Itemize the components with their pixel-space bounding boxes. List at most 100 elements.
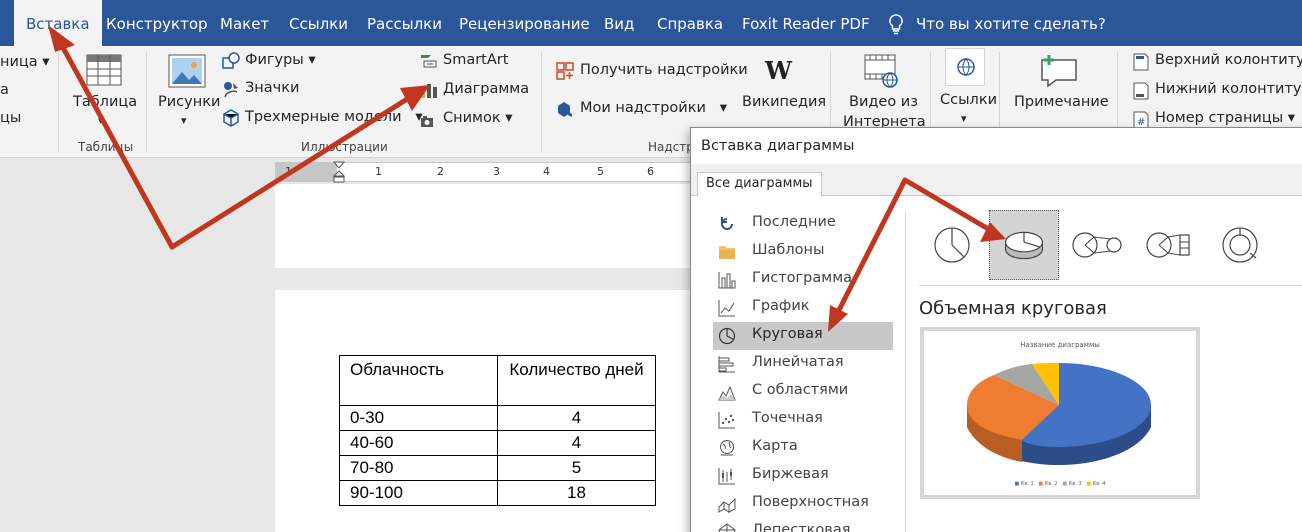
tab-mailings[interactable]: Рассылки bbox=[367, 0, 442, 46]
comment-icon bbox=[1041, 55, 1077, 88]
preview-3d-pie bbox=[967, 363, 1151, 465]
category-column[interactable]: Гистограмма bbox=[713, 266, 893, 294]
tell-me-label: Что вы хотите сделать? bbox=[916, 15, 1106, 33]
category-label: С областями bbox=[752, 382, 849, 398]
subtype-bar-of-pie[interactable] bbox=[1133, 210, 1203, 280]
doughnut-subtype-icon bbox=[1222, 227, 1258, 263]
document-page[interactable] bbox=[275, 184, 695, 268]
ruler-number: 1 bbox=[285, 165, 292, 178]
get-addins-button[interactable]: Получить надстройки bbox=[580, 62, 748, 78]
my-addins-button[interactable]: Мои надстройки ▾ bbox=[580, 100, 727, 116]
picture-icon bbox=[168, 54, 206, 88]
category-bar[interactable]: Линейчатая bbox=[713, 350, 893, 378]
chart-icon bbox=[421, 84, 437, 98]
tab-foxit[interactable]: Foxit Reader PDF bbox=[742, 0, 870, 46]
preview-chart-title: Название диаграммы bbox=[1020, 341, 1100, 349]
tab-design[interactable]: Конструктор bbox=[106, 0, 208, 46]
category-label: Шаблоны bbox=[752, 242, 825, 258]
indent-marker-icon[interactable] bbox=[333, 161, 345, 183]
wikipedia-icon: W bbox=[765, 56, 792, 85]
table-cell[interactable]: 18 bbox=[497, 480, 656, 506]
category-line[interactable]: График bbox=[713, 294, 893, 322]
comment-button[interactable]: Примечание bbox=[1014, 94, 1109, 110]
shapes-button[interactable]: Фигуры ▾ bbox=[245, 52, 316, 68]
category-stock[interactable]: Биржевая bbox=[713, 462, 893, 490]
category-area[interactable]: С областями bbox=[713, 378, 893, 406]
table-cell[interactable]: 0-30 bbox=[339, 405, 498, 431]
shapes-icon bbox=[222, 52, 240, 69]
subtype-pie-3d[interactable] bbox=[989, 210, 1059, 280]
header-button[interactable]: Верхний колонтитул ▾ bbox=[1155, 52, 1302, 68]
tab-view[interactable]: Вид bbox=[604, 0, 634, 46]
smartart-button[interactable]: SmartArt bbox=[443, 52, 508, 68]
online-video-icon bbox=[864, 54, 898, 88]
category-pie[interactable]: Круговая bbox=[713, 322, 893, 350]
tab-help[interactable]: Справка bbox=[657, 0, 723, 46]
category-label: Биржевая bbox=[752, 466, 829, 482]
tab-layout[interactable]: Макет bbox=[220, 0, 269, 46]
tell-me-search[interactable]: Что вы хотите сделать? bbox=[888, 0, 1106, 46]
category-label: Последние bbox=[752, 214, 836, 230]
footer-button[interactable]: Нижний колонтитул ▾ bbox=[1155, 81, 1302, 97]
table-cell[interactable]: 4 bbox=[497, 405, 656, 431]
ruler-number: 1 bbox=[375, 165, 382, 178]
subtype-pie-of-pie[interactable] bbox=[1061, 210, 1131, 280]
table-row: 0-30 4 bbox=[339, 405, 656, 431]
dialog-divider bbox=[905, 212, 906, 532]
category-recent[interactable]: Последние bbox=[713, 210, 893, 238]
data-table[interactable]: Облачность Количество дней 0-30 4 40-60 … bbox=[339, 355, 656, 506]
table-cell[interactable]: 70-80 bbox=[339, 455, 498, 481]
category-map[interactable]: Карта bbox=[713, 434, 893, 462]
table-cell[interactable]: 5 bbox=[497, 455, 656, 481]
table-cell[interactable]: 90-100 bbox=[339, 480, 498, 506]
wikipedia-button[interactable]: Википедия bbox=[742, 94, 826, 110]
category-surface[interactable]: Поверхностная bbox=[713, 490, 893, 518]
screenshot-button[interactable]: Снимок ▾ bbox=[443, 110, 513, 126]
selected-subtype-title: Объемная круговая bbox=[919, 298, 1107, 319]
tab-review[interactable]: Рецензирование bbox=[459, 0, 590, 46]
category-templates[interactable]: Шаблоны bbox=[713, 238, 893, 266]
footer-icon bbox=[1133, 82, 1149, 100]
table-cell[interactable]: 4 bbox=[497, 430, 656, 456]
surface-chart-icon bbox=[718, 497, 736, 513]
category-label: Гистограмма bbox=[752, 270, 853, 286]
subtype-pie[interactable] bbox=[917, 210, 987, 280]
ribbon-cut-item-2[interactable]: а bbox=[0, 82, 9, 98]
ribbon-tab-bar: Вставка Конструктор Макет Ссылки Рассылк… bbox=[0, 0, 1302, 46]
table-header-row: Облачность Количество дней bbox=[339, 355, 656, 406]
online-video-button[interactable]: Видео из bbox=[849, 94, 918, 110]
chart-button[interactable]: Диаграмма bbox=[443, 81, 529, 97]
table-header-cell[interactable]: Облачность bbox=[339, 355, 498, 406]
table-cell[interactable]: 40-60 bbox=[339, 430, 498, 456]
chevron-down-icon: ▾ bbox=[98, 114, 104, 127]
ribbon-cut-item-3[interactable]: цы bbox=[0, 110, 21, 126]
icons-button[interactable]: Значки bbox=[245, 80, 299, 96]
radar-chart-icon bbox=[718, 523, 736, 532]
category-radar[interactable]: Лепестковая bbox=[713, 518, 893, 532]
horizontal-ruler[interactable]: 1 1 2 3 4 5 6 bbox=[275, 161, 695, 183]
map-chart-icon bbox=[720, 440, 734, 456]
tab-references[interactable]: Ссылки bbox=[289, 0, 348, 46]
link-icon bbox=[957, 58, 975, 76]
ribbon-cut-item-1[interactable]: ница ▾ bbox=[0, 54, 50, 70]
tab-all-charts[interactable]: Все диаграммы bbox=[697, 172, 822, 197]
lightbulb-icon bbox=[889, 13, 903, 34]
add-addins-icon bbox=[556, 62, 574, 80]
subtype-doughnut[interactable] bbox=[1205, 210, 1275, 280]
table-button[interactable]: Таблица bbox=[73, 94, 137, 110]
table-header-cell[interactable]: Количество дней bbox=[497, 355, 656, 406]
pictures-button[interactable]: Рисунки bbox=[158, 94, 220, 110]
camera-icon bbox=[421, 116, 433, 127]
3d-models-button[interactable]: Трехмерные модели ▾ bbox=[245, 109, 423, 125]
area-chart-icon bbox=[718, 385, 736, 401]
pie-3d-subtype-icon bbox=[1004, 231, 1044, 260]
bar-of-pie-subtype-icon bbox=[1146, 232, 1190, 258]
ruler-number: 5 bbox=[597, 165, 604, 178]
category-label: Лепестковая bbox=[752, 522, 851, 532]
links-button[interactable]: Ссылки bbox=[940, 92, 997, 108]
chevron-down-icon: ▾ bbox=[961, 112, 967, 125]
tab-insert[interactable]: Вставка bbox=[14, 0, 102, 46]
category-scatter[interactable]: Точечная bbox=[713, 406, 893, 434]
bar-chart-icon bbox=[718, 356, 735, 373]
page-number-button[interactable]: Номер страницы ▾ bbox=[1155, 110, 1295, 126]
